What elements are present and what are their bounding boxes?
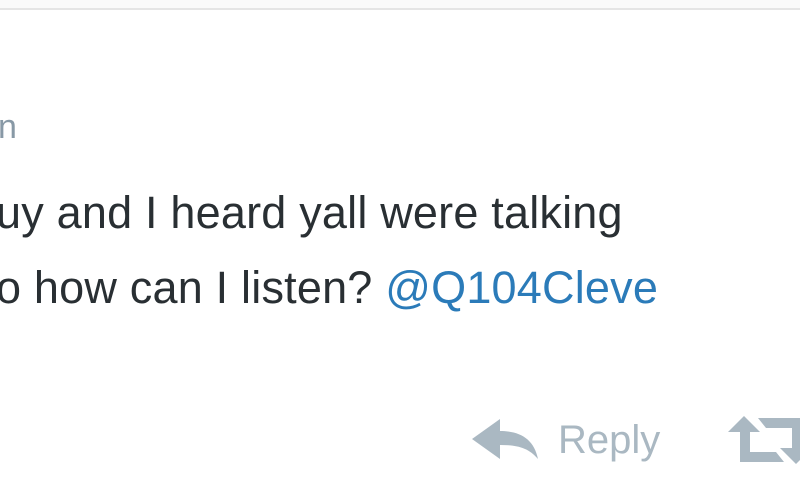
reply-label: Reply — [558, 418, 661, 462]
retweet-button[interactable] — [724, 410, 800, 470]
tweet-card: n uy and I heard yall were talking o how… — [0, 0, 800, 503]
reply-button[interactable]: Reply — [470, 410, 660, 470]
card-top-border — [0, 0, 800, 10]
mention-link[interactable]: @Q104Cleve — [385, 262, 658, 313]
tweet-handle-fragment[interactable]: n — [0, 110, 17, 144]
tweet-text-line-2: o how can I listen? @Q104Cleve — [0, 265, 658, 310]
reply-arrow-icon — [472, 419, 538, 459]
retweet-icon — [728, 416, 800, 464]
tweet-text-line-2-body: o how can I listen? — [0, 262, 386, 313]
tweet-text-line-1: uy and I heard yall were talking — [0, 187, 623, 238]
